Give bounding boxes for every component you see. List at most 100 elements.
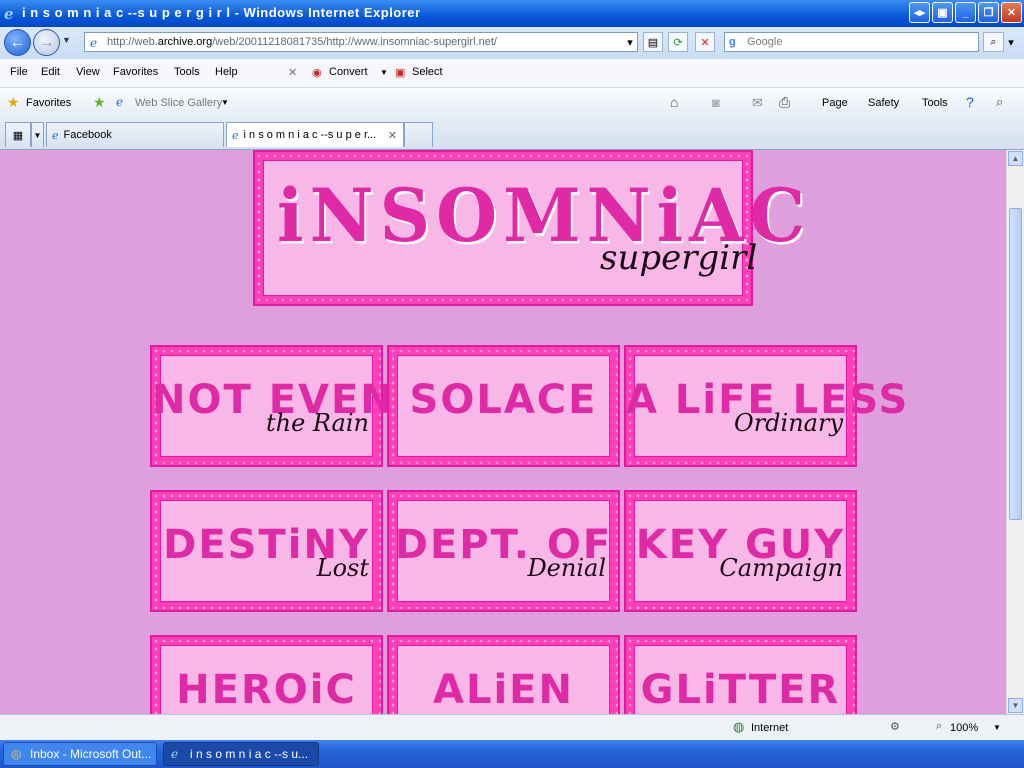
favorites-star-icon: ★ xyxy=(7,94,20,110)
menu-file[interactable]: File xyxy=(10,66,28,78)
web-slice-dropdown-icon[interactable]: ▼ xyxy=(221,98,229,107)
search-icon[interactable]: ⌕ xyxy=(983,32,1004,52)
outlook-icon: ◎ xyxy=(11,747,22,761)
restore-button[interactable]: ❐ xyxy=(978,2,999,23)
refresh-icon[interactable]: ⟳ xyxy=(668,32,688,52)
security-zone[interactable]: Internet xyxy=(751,722,788,734)
nav-link-subtitle: Denial xyxy=(527,554,606,582)
stop-icon[interactable]: ✕ xyxy=(695,32,715,52)
history-dropdown-icon[interactable]: ▼ xyxy=(62,35,71,45)
nav-link-box[interactable]: KEY GUY Campaign xyxy=(624,490,857,612)
safety-menu[interactable]: Safety xyxy=(868,97,899,109)
menu-bar: File Edit View Favorites Tools Help ✕ ◉ … xyxy=(0,59,1024,88)
tab-list-icon[interactable]: ▼ xyxy=(31,122,44,147)
forward-button[interactable]: → xyxy=(33,29,60,56)
nav-link-box[interactable]: ALiEN xyxy=(387,635,620,714)
nav-link-subtitle: Campaign xyxy=(719,554,843,582)
nav-link-box[interactable]: DESTiNY Lost xyxy=(150,490,383,612)
ie-logo-icon: e xyxy=(4,5,14,21)
close-toolbar-icon[interactable]: ✕ xyxy=(288,66,297,79)
search-options-icon[interactable]: ▾ xyxy=(1004,32,1018,52)
nav-link-title: HEROiC xyxy=(176,667,357,713)
favorites-button[interactable]: Favorites xyxy=(26,97,71,109)
tab-label: Facebook xyxy=(63,129,112,141)
tools-menu[interactable]: Tools xyxy=(922,97,948,109)
window-layout-icon[interactable]: ▣ xyxy=(932,2,953,23)
menu-edit[interactable]: Edit xyxy=(41,66,60,78)
site-banner[interactable]: iNSOMNiAC supergirl xyxy=(253,150,805,306)
menu-help[interactable]: Help xyxy=(215,66,238,78)
convert-button[interactable]: Convert xyxy=(329,66,368,78)
banner-subtitle: supergirl xyxy=(600,238,758,278)
home-icon[interactable]: ⌂ xyxy=(670,94,678,110)
zoom-level[interactable]: 100% xyxy=(950,722,978,734)
svg-text:e: e xyxy=(4,5,14,21)
internet-zone-icon: ◍ xyxy=(733,719,745,734)
zoom-icon: ⌕ xyxy=(936,720,943,732)
status-bar: ◍ Internet ⚙ ⌕ 100% ▼ xyxy=(0,714,1024,741)
web-slice-gallery-link[interactable]: Web Slice Gallery xyxy=(135,97,222,109)
nav-link-box[interactable]: SOLACE xyxy=(387,345,620,467)
nav-link-box[interactable]: NOT EVEN the Rain xyxy=(150,345,394,467)
zoom-dropdown-icon[interactable]: ▼ xyxy=(993,723,1001,732)
print-icon[interactable]: ⎙ xyxy=(779,94,790,111)
favorites-bar: ★ Favorites ★ e Web Slice Gallery ▼ ⌂ ◙ … xyxy=(0,88,1024,118)
menu-tools[interactable]: Tools xyxy=(174,66,200,78)
nav-link-title: SOLACE xyxy=(409,377,598,423)
close-button[interactable]: ✕ xyxy=(1001,2,1022,23)
feeds-icon[interactable]: ◙ xyxy=(712,95,720,110)
nav-link-subtitle: Ordinary xyxy=(734,409,843,437)
read-mail-icon[interactable]: ✉ xyxy=(752,95,763,111)
search-placeholder: Google xyxy=(747,36,783,48)
nav-link-box[interactable]: DEPT. OF Denial xyxy=(387,490,620,612)
tab-insomniac[interactable]: e i n s o m n i a c --s u p e r... ✕ xyxy=(226,122,404,147)
address-dropdown-icon[interactable]: ▾ xyxy=(620,32,640,52)
address-row: ← → ▼ e http://web.archive.org/web/20011… xyxy=(0,27,1024,59)
nav-link-box[interactable]: HEROiC xyxy=(150,635,383,714)
nav-link-subtitle: the Rain xyxy=(266,409,369,437)
compatibility-view-icon[interactable]: ▤ xyxy=(643,32,663,52)
address-text: http://web.archive.org/web/2001121808173… xyxy=(107,36,497,48)
window-title: i n s o m n i a c --s u p e r g i r l - … xyxy=(22,5,421,20)
vertical-scrollbar[interactable]: ▲ ▼ xyxy=(1006,150,1024,714)
nav-link-box[interactable]: A LiFE LESS Ordinary xyxy=(624,345,907,467)
title-bar: e i n s o m n i a c --s u p e r g i r l … xyxy=(0,0,1024,27)
scroll-down-icon[interactable]: ▼ xyxy=(1008,698,1023,713)
svg-text:e: e xyxy=(90,36,97,50)
select-button[interactable]: Select xyxy=(412,66,443,78)
taskbar-ie[interactable]: e i n s o m n i a c --s u... xyxy=(163,742,319,766)
scroll-thumb[interactable] xyxy=(1009,208,1022,520)
tab-label: i n s o m n i a c --s u p e r... xyxy=(243,129,377,141)
tab-facebook[interactable]: e Facebook xyxy=(46,122,224,147)
switch-window-icon[interactable]: ◂▸ xyxy=(909,2,930,23)
quick-tabs-icon[interactable]: ▦ xyxy=(5,122,31,147)
research-icon[interactable]: ⌕ xyxy=(996,94,1003,110)
page-menu[interactable]: Page xyxy=(822,97,848,109)
taskbar-label: i n s o m n i a c --s u... xyxy=(190,747,309,761)
nav-link-box[interactable]: GLiTTER xyxy=(624,635,857,714)
tab-page-icon: e xyxy=(52,128,59,142)
search-input[interactable]: g Google xyxy=(724,32,979,52)
menu-view[interactable]: View xyxy=(76,66,100,78)
convert-icon: ◉ xyxy=(312,67,322,79)
nav-link-subtitle: Lost xyxy=(316,554,369,582)
minimize-button[interactable]: _ xyxy=(955,2,976,23)
taskbar: ◎ Inbox - Microsoft Out... e i n s o m n… xyxy=(0,740,1024,768)
tab-close-icon[interactable]: ✕ xyxy=(388,129,397,142)
google-icon: g xyxy=(729,36,736,48)
taskbar-outlook[interactable]: ◎ Inbox - Microsoft Out... xyxy=(3,742,157,766)
address-bar[interactable]: e http://web.archive.org/web/20011218081… xyxy=(84,32,638,52)
convert-dropdown-icon[interactable]: ▼ xyxy=(380,68,388,77)
tab-page-icon: e xyxy=(232,128,239,142)
scroll-up-icon[interactable]: ▲ xyxy=(1008,151,1023,166)
back-button[interactable]: ← xyxy=(4,29,31,56)
tab-bar: ▦ ▼ e Facebook e i n s o m n i a c --s u… xyxy=(0,118,1024,150)
nav-link-title: GLiTTER xyxy=(640,667,841,713)
web-slice-icon: e xyxy=(116,95,124,109)
menu-favorites[interactable]: Favorites xyxy=(113,66,158,78)
new-tab-button[interactable] xyxy=(404,122,433,147)
protected-mode-icon[interactable]: ⚙ xyxy=(890,720,900,733)
help-icon[interactable]: ? xyxy=(966,94,974,110)
select-icon: ▣ xyxy=(395,67,406,79)
add-favorites-icon[interactable]: ★ xyxy=(93,94,106,111)
